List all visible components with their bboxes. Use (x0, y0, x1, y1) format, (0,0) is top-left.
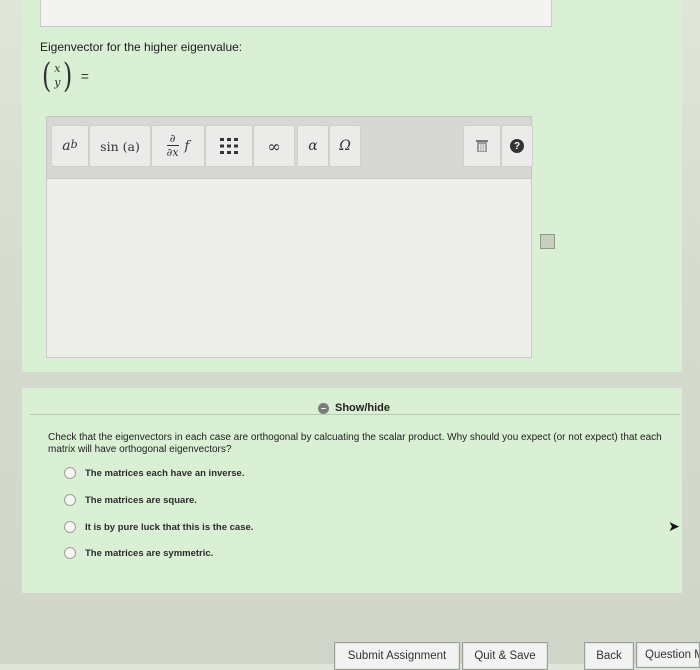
radio-button[interactable] (64, 467, 76, 479)
option-label: The matrices each have an inverse. (85, 467, 245, 479)
show-hide-toggle[interactable]: – Show/hide (318, 402, 390, 414)
power-base: a (62, 138, 71, 154)
partial-numerator: ∂ (169, 132, 176, 145)
partial-denominator: ∂x (166, 145, 179, 159)
delete-button[interactable] (463, 125, 501, 167)
section-divider (30, 414, 680, 415)
quit-save-button[interactable]: Quit & Save (462, 642, 548, 670)
help-button[interactable]: ? (501, 125, 533, 167)
option-label: The matrices are square. (85, 494, 197, 506)
question-panel (22, 388, 682, 593)
alpha-button[interactable]: α (297, 125, 329, 167)
left-paren: ( (41, 56, 52, 96)
mouse-cursor-icon: ➤ (668, 518, 680, 534)
option-2[interactable]: The matrices are square. (64, 494, 197, 506)
partial-derivative-button[interactable]: ∂ ∂x f (151, 125, 205, 167)
math-answer-editor[interactable] (46, 178, 532, 358)
vector-label: ( x y ) = (40, 58, 89, 94)
attachment-icon[interactable] (540, 234, 555, 249)
matrix-button[interactable] (205, 125, 253, 167)
matrix-icon (220, 138, 238, 154)
equals-sign: = (80, 68, 89, 84)
vector-x: x (54, 62, 61, 75)
trash-icon (476, 140, 488, 152)
vector-components: x y (53, 62, 61, 90)
omega-button[interactable]: Ω (329, 125, 361, 167)
previous-answer-box[interactable] (40, 0, 552, 27)
partial-f: f (184, 138, 190, 154)
option-label: The matrices are symmetric. (85, 547, 214, 559)
option-3[interactable]: It is by pure luck that this is the case… (64, 521, 253, 533)
eigenvector-prompt: Eigenvector for the higher eigenvalue: (40, 40, 243, 54)
next-question-button[interactable]: Question M (636, 642, 700, 668)
option-label: It is by pure luck that this is the case… (85, 521, 254, 533)
infinity-button[interactable]: ∞ (253, 125, 295, 167)
right-paren: ) (63, 56, 73, 96)
back-button[interactable]: Back (584, 642, 634, 670)
power-button[interactable]: ab (51, 125, 89, 167)
math-toolbar: ab sin (a) ∂ ∂x f ∞ α Ω ? (46, 116, 533, 180)
help-icon: ? (510, 139, 524, 153)
option-4[interactable]: The matrices are symmetric. (64, 547, 213, 559)
option-1[interactable]: The matrices each have an inverse. (64, 467, 244, 479)
radio-button[interactable] (64, 494, 76, 506)
submit-assignment-button[interactable]: Submit Assignment (334, 642, 460, 670)
show-hide-label: Show/hide (335, 402, 390, 414)
vector-y: y (54, 76, 61, 89)
radio-button[interactable] (64, 547, 76, 559)
question-text: Check that the eigenvectors in each case… (48, 432, 662, 455)
radio-button[interactable] (64, 521, 76, 533)
collapse-icon: – (318, 402, 329, 414)
sin-button[interactable]: sin (a) (89, 125, 151, 167)
power-exp: b (70, 137, 78, 151)
